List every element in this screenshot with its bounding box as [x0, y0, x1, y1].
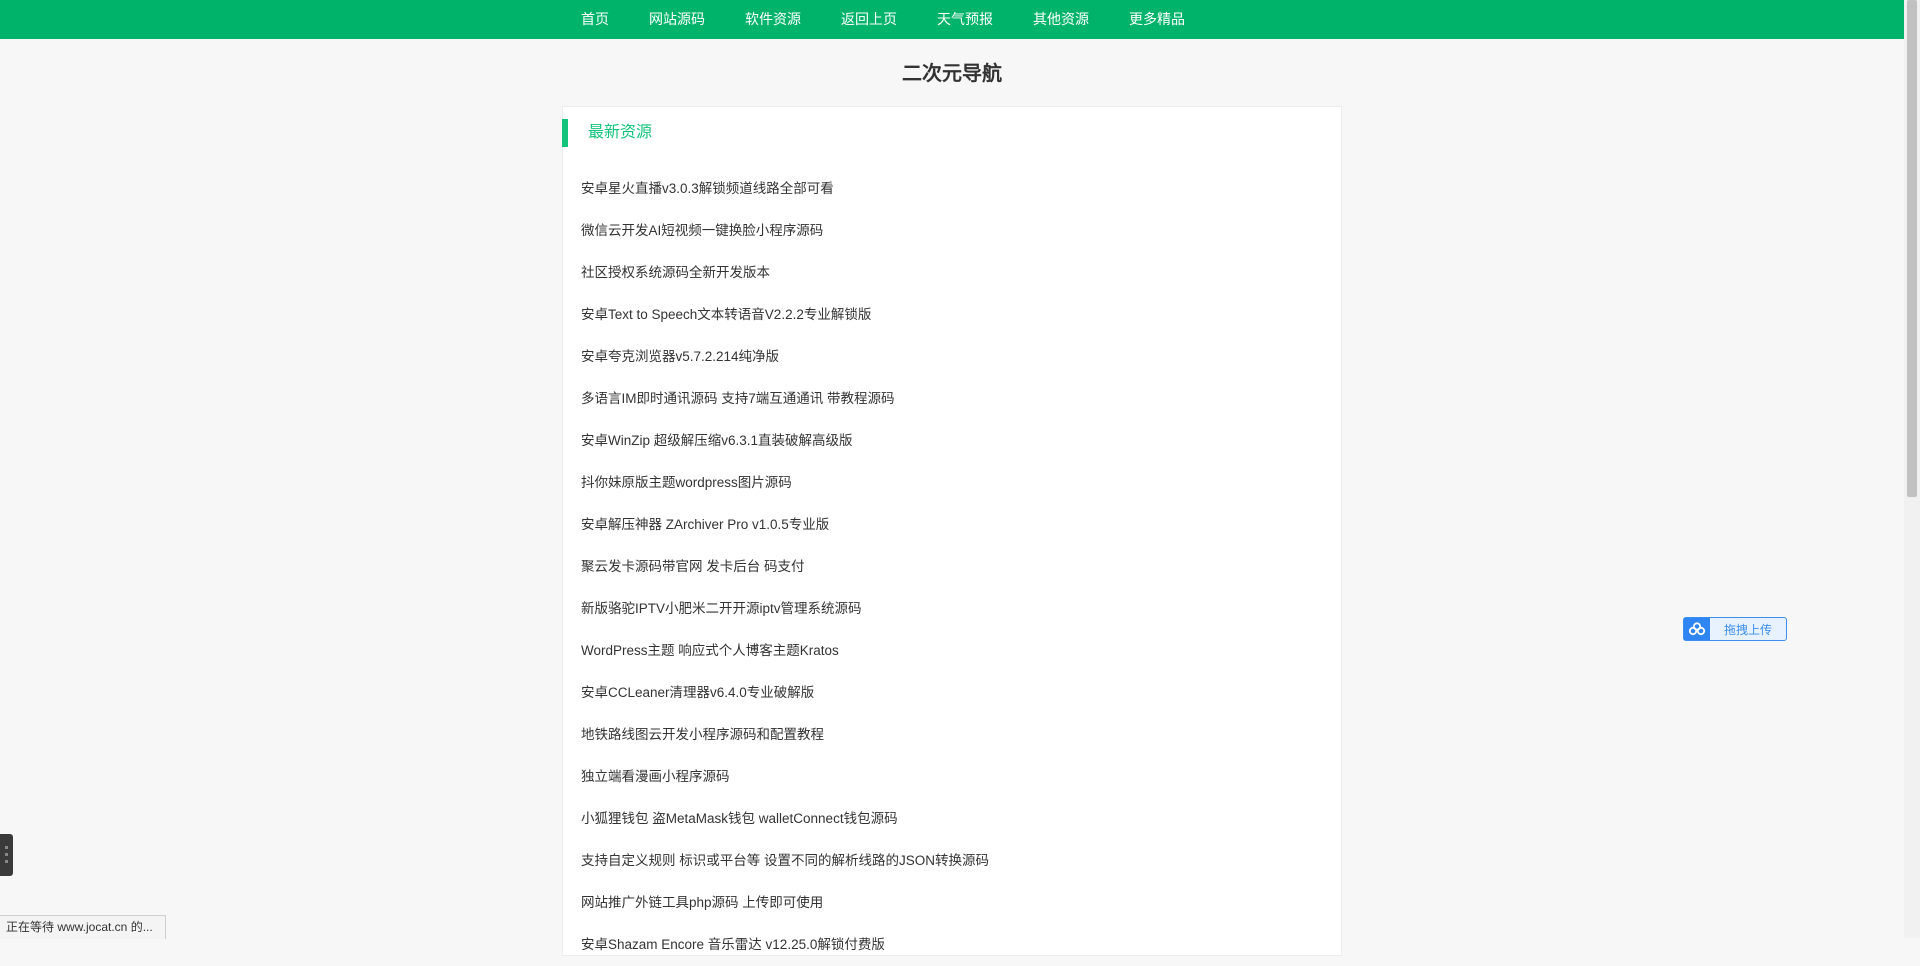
list-item[interactable]: 安卓星火直播v3.0.3解锁频道线路全部可看 [581, 168, 989, 210]
nav-item-back[interactable]: 返回上页 [841, 0, 897, 39]
list-item[interactable]: 独立端看漫画小程序源码 [581, 756, 989, 798]
top-navigation-bar: 首页 网站源码 软件资源 返回上页 天气预报 其他资源 更多精品 [0, 0, 1904, 39]
vertical-scrollbar[interactable] [1904, 0, 1920, 938]
list-item[interactable]: 安卓Text to Speech文本转语音V2.2.2专业解锁版 [581, 294, 989, 336]
side-toggle-handle[interactable] [0, 834, 13, 876]
list-item[interactable]: 社区授权系统源码全新开发版本 [581, 252, 989, 294]
panel-header: 最新资源 [562, 119, 1341, 147]
list-item[interactable]: 抖你妹原版主题wordpress图片源码 [581, 462, 989, 504]
panel-title: 最新资源 [588, 124, 653, 141]
list-item[interactable]: 安卓CCLeaner清理器v6.4.0专业破解版 [581, 672, 989, 714]
list-item[interactable]: 新版骆驼IPTV小肥米二开开源iptv管理系统源码 [581, 588, 989, 630]
nav-item-more[interactable]: 更多精品 [1129, 0, 1185, 39]
list-item[interactable]: 安卓夸克浏览器v5.7.2.214纯净版 [581, 336, 989, 378]
list-item[interactable]: WordPress主题 响应式个人博客主题Kratos [581, 630, 989, 672]
resource-list: 安卓星火直播v3.0.3解锁频道线路全部可看 微信云开发AI短视频一键换脸小程序… [581, 168, 989, 966]
list-item[interactable]: 小狐狸钱包 盗MetaMask钱包 walletConnect钱包源码 [581, 798, 989, 840]
drag-upload-button[interactable]: 拖拽上传 [1683, 617, 1787, 641]
list-item[interactable]: 多语言IM即时通讯源码 支持7端互通通讯 带教程源码 [581, 378, 989, 420]
nav-item-home[interactable]: 首页 [581, 0, 609, 39]
list-item[interactable]: 安卓Shazam Encore 音乐雷达 v12.25.0解锁付费版 [581, 924, 989, 966]
list-item[interactable]: 地铁路线图云开发小程序源码和配置教程 [581, 714, 989, 756]
header-accent-bar [562, 119, 568, 147]
list-item[interactable]: 微信云开发AI短视频一键换脸小程序源码 [581, 210, 989, 252]
scrollbar-thumb[interactable] [1907, 0, 1917, 497]
list-item[interactable]: 网站推广外链工具php源码 上传即可使用 [581, 882, 989, 924]
baidu-cloud-icon [1684, 618, 1710, 640]
nav-items: 首页 网站源码 软件资源 返回上页 天气预报 其他资源 更多精品 [563, 0, 1225, 39]
nav-item-site-source[interactable]: 网站源码 [649, 0, 705, 39]
nav-item-weather[interactable]: 天气预报 [937, 0, 993, 39]
upload-label: 拖拽上传 [1723, 622, 1772, 637]
page-title: 二次元导航 [902, 63, 1002, 85]
status-bar: 正在等待 www.jocat.cn 的... [0, 915, 166, 939]
list-item[interactable]: 聚云发卡源码带官网 发卡后台 码支付 [581, 546, 989, 588]
nav-item-other[interactable]: 其他资源 [1033, 0, 1089, 39]
nav-item-software[interactable]: 软件资源 [745, 0, 801, 39]
list-item[interactable]: 支持自定义规则 标识或平台等 设置不同的解析线路的JSON转换源码 [581, 840, 989, 882]
list-item[interactable]: 安卓WinZip 超级解压缩v6.3.1直装破解高级版 [581, 420, 989, 462]
list-item[interactable]: 安卓解压神器 ZArchiver Pro v1.0.5专业版 [581, 504, 989, 546]
latest-resources-panel: 最新资源 安卓星火直播v3.0.3解锁频道线路全部可看 微信云开发AI短视频一键… [562, 106, 1342, 956]
